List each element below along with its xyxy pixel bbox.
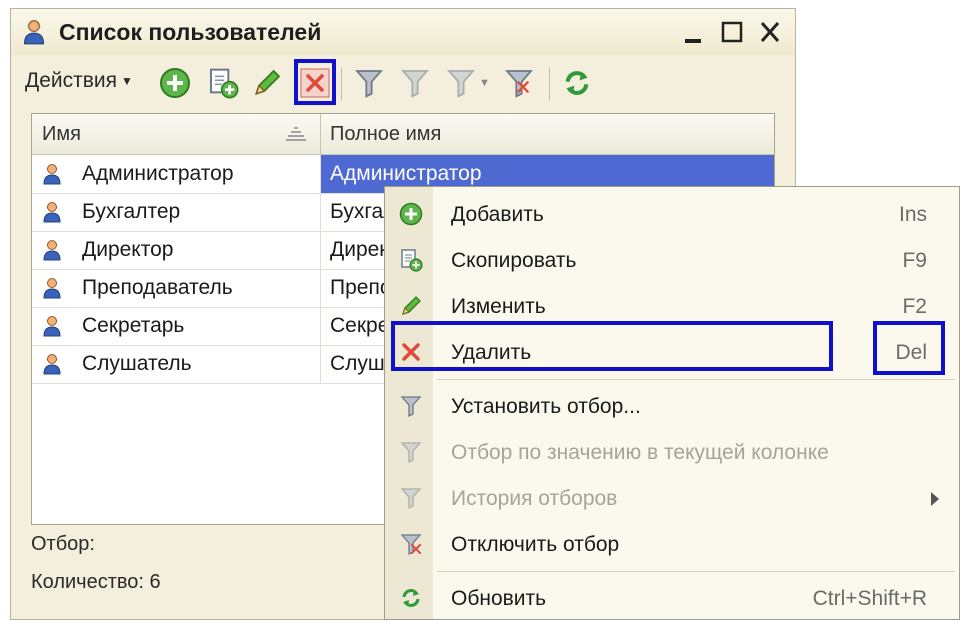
cell-name: Администратор (82, 162, 234, 185)
context-menu: Добавить Ins Скопировать F9 Изменить F2 … (384, 186, 960, 620)
cell-name: Слушатель (82, 352, 192, 375)
sort-icon[interactable] (284, 126, 308, 142)
submenu-arrow-icon (931, 492, 939, 506)
column-divider (320, 269, 321, 307)
filter-history-icon[interactable] (445, 67, 477, 99)
user-icon (21, 19, 47, 45)
user-icon (42, 163, 62, 185)
menu-item-refresh[interactable]: Обновить Ctrl+Shift+R (385, 575, 959, 621)
delete-icon[interactable] (299, 67, 331, 99)
column-header-full-name[interactable]: Полное имя (330, 123, 441, 146)
disable-filter-icon (399, 532, 423, 556)
actions-menu-button[interactable]: Действия ▼ (25, 69, 133, 93)
disable-filter-icon[interactable] (503, 67, 535, 99)
toolbar: Действия ▼ ▼ (11, 55, 795, 111)
refresh-icon (399, 586, 423, 610)
chevron-down-icon: ▼ (121, 74, 133, 89)
menu-item-label: Изменить (451, 295, 546, 318)
title-bar: Список пользователей (11, 9, 795, 55)
menu-item-shortcut: Ctrl+Shift+R (812, 587, 927, 610)
filter-history-icon (399, 486, 423, 510)
menu-item-label: Добавить (451, 203, 544, 226)
column-divider (320, 307, 321, 345)
refresh-icon[interactable] (561, 67, 593, 99)
minimize-button[interactable] (679, 15, 711, 49)
menu-item-filter-by-value[interactable]: Отбор по значению в текущей колонке (385, 429, 959, 475)
cell-name: Преподаватель (82, 276, 233, 299)
menu-item-add[interactable]: Добавить Ins (385, 191, 959, 237)
filter-by-value-icon (399, 440, 423, 464)
menu-item-filter-history[interactable]: История отборов (385, 475, 959, 521)
column-header-name[interactable]: Имя (42, 123, 81, 146)
close-button[interactable] (755, 15, 787, 49)
delete-shortcut-highlight (873, 321, 945, 375)
user-icon (42, 239, 62, 261)
add-icon[interactable] (159, 67, 191, 99)
count-label: Количество: 6 (31, 571, 161, 593)
column-divider (320, 114, 321, 154)
toolbar-separator (549, 67, 550, 101)
edit-icon (399, 294, 423, 318)
toolbar-separator (341, 67, 342, 101)
menu-item-label: Отключить отбор (451, 533, 620, 556)
menu-item-label: Отбор по значению в текущей колонке (451, 441, 829, 464)
set-filter-icon[interactable] (353, 67, 385, 99)
menu-separator (437, 379, 955, 380)
copy-icon[interactable] (207, 67, 239, 99)
column-divider (320, 193, 321, 231)
filter-by-value-icon[interactable] (399, 67, 431, 99)
cell-name: Директор (82, 238, 174, 261)
column-divider (320, 345, 321, 383)
add-icon (399, 202, 423, 226)
window-title: Список пользователей (59, 19, 322, 45)
menu-item-shortcut: Ins (898, 203, 927, 226)
copy-icon (399, 248, 423, 272)
table-header: Имя Полное имя (32, 114, 774, 155)
column-divider (320, 155, 321, 193)
user-icon (42, 315, 62, 337)
menu-item-shortcut: F9 (902, 249, 927, 272)
actions-label: Действия (25, 69, 118, 92)
set-filter-icon (399, 394, 423, 418)
menu-separator (437, 571, 955, 572)
maximize-button[interactable] (717, 15, 749, 49)
user-icon (42, 353, 62, 375)
menu-item-shortcut: F2 (902, 295, 927, 318)
chevron-down-icon: ▼ (479, 77, 490, 89)
menu-item-set-filter[interactable]: Установить отбор... (385, 383, 959, 429)
menu-item-copy[interactable]: Скопировать F9 (385, 237, 959, 283)
menu-item-label: Обновить (451, 587, 547, 610)
cell-name: Секретарь (82, 314, 185, 337)
menu-item-disable-filter[interactable]: Отключить отбор (385, 521, 959, 567)
menu-item-label: Скопировать (451, 249, 577, 272)
menu-item-label: Установить отбор... (451, 395, 641, 418)
delete-item-highlight (391, 321, 833, 371)
menu-item-label: История отборов (451, 487, 618, 510)
user-icon (42, 201, 62, 223)
cell-name: Бухгалтер (82, 200, 181, 223)
edit-icon[interactable] (251, 67, 283, 99)
cell-full-name: Администратор (330, 162, 482, 185)
filter-label: Отбор: (31, 533, 95, 555)
column-divider (320, 231, 321, 269)
user-icon (42, 277, 62, 299)
